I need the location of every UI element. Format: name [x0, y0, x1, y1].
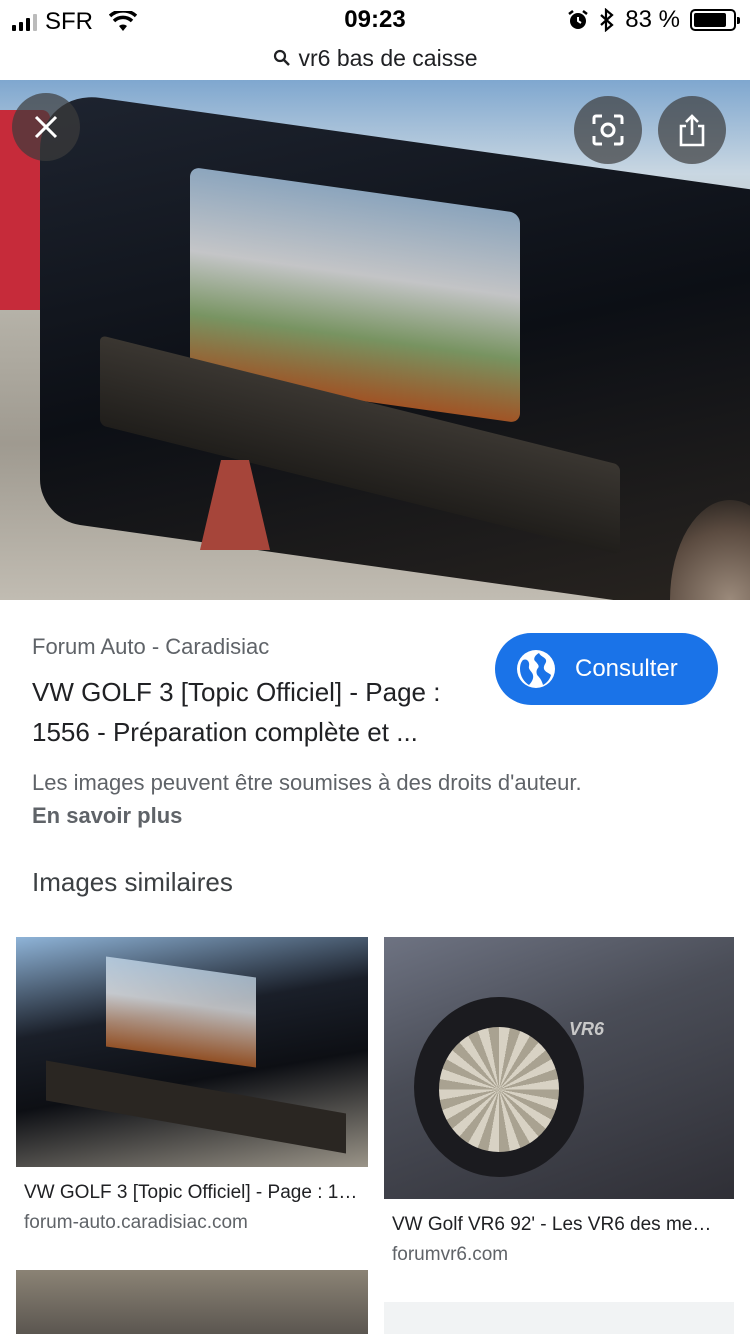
close-button[interactable]	[12, 93, 80, 161]
source-name[interactable]: Forum Auto - Caradisiac	[32, 634, 269, 660]
similar-result-thumbnail[interactable]: VR6	[384, 937, 734, 1199]
bluetooth-icon	[600, 8, 614, 32]
consult-label: Consulter	[575, 655, 678, 682]
similar-result-thumbnail[interactable]	[16, 1270, 368, 1334]
similar-result-title[interactable]: VW Golf VR6 92' - Les VR6 des membres	[392, 1214, 722, 1236]
similar-result-domain: forumvr6.com	[392, 1244, 509, 1265]
battery-percent: 83 %	[625, 6, 680, 33]
lens-icon	[592, 114, 624, 146]
page-title[interactable]: VW GOLF 3 [Topic Officiel] - Page : 1556…	[32, 672, 482, 752]
close-icon	[34, 115, 58, 139]
search-query-bar[interactable]: vr6 bas de caisse	[0, 38, 750, 78]
alarm-icon	[568, 10, 589, 29]
status-right: 83 %	[567, 6, 740, 34]
similar-result-thumbnail[interactable]	[384, 1302, 734, 1334]
similar-result-thumbnail[interactable]	[16, 937, 368, 1167]
similar-result-title[interactable]: VW GOLF 3 [Topic Officiel] - Page : 1556…	[24, 1182, 364, 1204]
share-button[interactable]	[658, 96, 726, 164]
lens-button[interactable]	[574, 96, 642, 164]
consult-button[interactable]: Consulter	[495, 633, 718, 705]
status-bar: SFR 09:23 83 %	[0, 0, 750, 40]
learn-more-link[interactable]: En savoir plus	[32, 803, 182, 829]
battery-icon	[690, 9, 740, 31]
search-query: vr6 bas de caisse	[298, 44, 478, 71]
search-icon	[273, 49, 290, 66]
rights-notice: Les images peuvent être soumises à des d…	[32, 770, 582, 795]
share-icon	[679, 114, 705, 147]
similar-images-heading: Images similaires	[32, 867, 233, 897]
similar-result-domain: forum-auto.caradisiac.com	[24, 1212, 248, 1233]
preview-image[interactable]	[0, 80, 750, 600]
globe-icon	[517, 650, 555, 688]
vr6-badge: VR6	[569, 1019, 605, 1039]
